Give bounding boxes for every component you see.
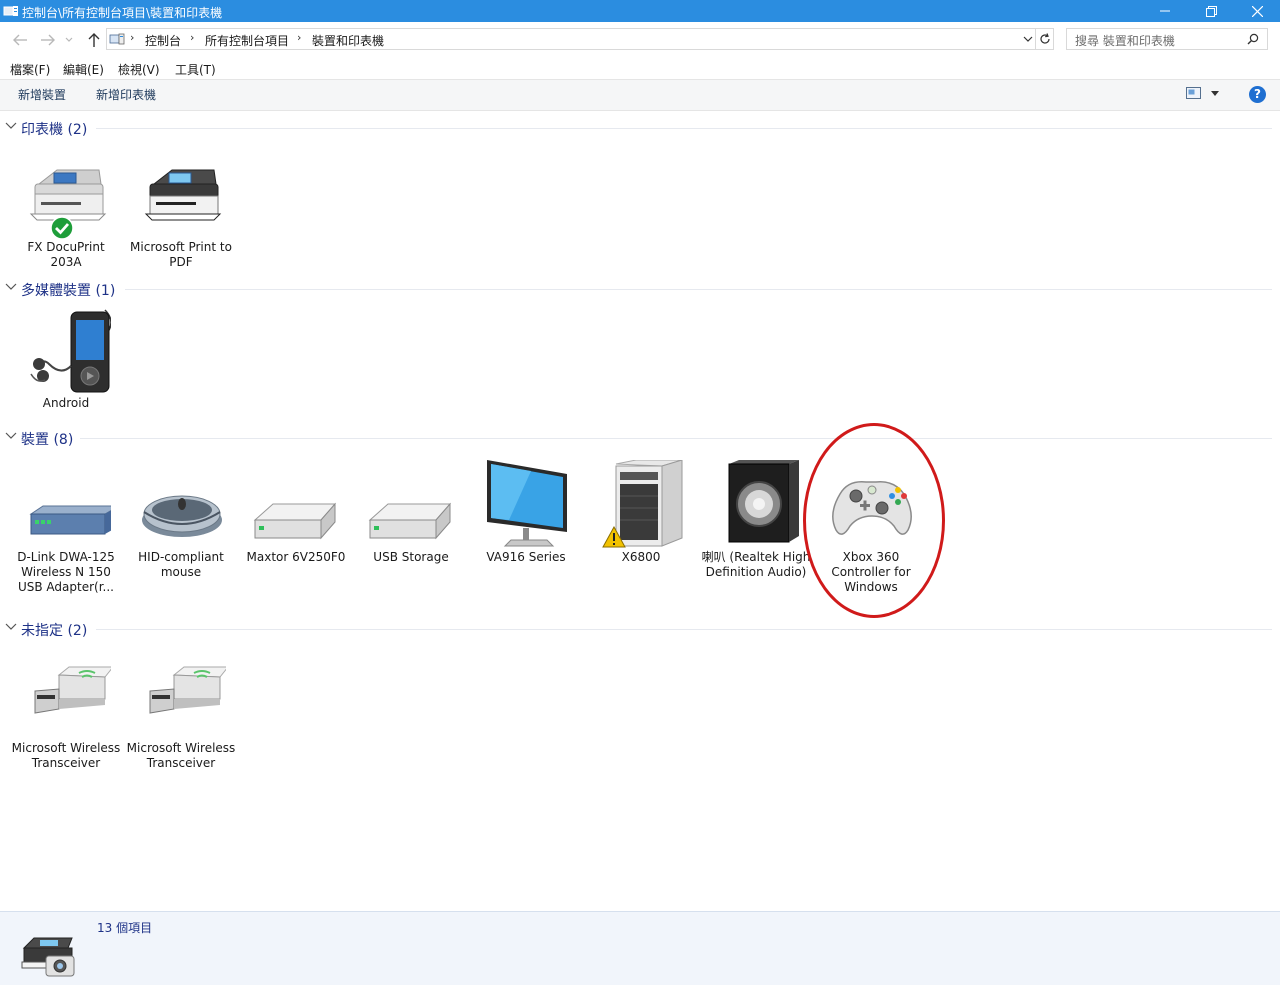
details-pane bbox=[0, 911, 1280, 985]
menu-file[interactable]: 檔案(F) bbox=[10, 61, 50, 78]
group-divider bbox=[96, 128, 1272, 129]
change-view-icon[interactable] bbox=[1186, 87, 1202, 100]
address-dropdown-icon[interactable] bbox=[1023, 36, 1033, 43]
refresh-button[interactable] bbox=[1036, 28, 1054, 50]
restore-icon bbox=[1205, 5, 1217, 17]
add-device-button[interactable]: 新增裝置 bbox=[18, 86, 66, 103]
highlight-ring bbox=[803, 423, 945, 618]
network-adapter-icon bbox=[29, 505, 121, 535]
media-player-icon bbox=[30, 309, 112, 393]
search-placeholder: 搜尋 裝置和印表機 bbox=[1075, 34, 1175, 48]
usb-transceiver-icon bbox=[149, 666, 230, 714]
back-button[interactable] bbox=[10, 30, 30, 50]
recent-locations-button[interactable] bbox=[62, 30, 76, 50]
minimize-button[interactable] bbox=[1142, 0, 1188, 22]
arrow-right-icon bbox=[41, 34, 55, 46]
device-label: Microsoft Wireless Transceiver bbox=[126, 741, 236, 770]
arrow-left-icon bbox=[13, 34, 27, 46]
mouse-icon bbox=[142, 495, 222, 537]
group-unspecified-title: 未指定 (2) bbox=[21, 623, 88, 639]
speaker-icon bbox=[728, 460, 799, 543]
breadcrumb-separator[interactable]: › bbox=[130, 31, 134, 44]
breadcrumb-devices-printers[interactable]: 裝置和印表機 bbox=[312, 32, 384, 49]
device-label: Maxtor 6V250F0 bbox=[246, 550, 346, 564]
group-unspecified-header[interactable]: 未指定 (2) bbox=[0, 619, 1272, 639]
group-multimedia-header[interactable]: 多媒體裝置 (1) bbox=[0, 279, 1272, 299]
group-devices-title: 裝置 (8) bbox=[21, 432, 74, 448]
view-options-dropdown-icon[interactable] bbox=[1211, 91, 1220, 97]
device-x6800[interactable]: X6800 bbox=[586, 459, 696, 565]
warning-icon bbox=[602, 526, 626, 548]
device-label: HID-compliant mouse bbox=[138, 550, 224, 579]
device-realtek-speakers[interactable]: 喇叭 (Realtek High Definition Audio) bbox=[701, 460, 811, 580]
control-panel-location-icon bbox=[109, 33, 125, 45]
device-label: D-Link DWA-125 Wireless N 150 USB Adapte… bbox=[17, 550, 115, 594]
device-android[interactable]: Android bbox=[11, 306, 121, 411]
arrow-up-icon bbox=[88, 33, 100, 47]
monitor-icon bbox=[487, 460, 567, 547]
group-divider bbox=[125, 289, 1272, 290]
device-hid-mouse[interactable]: HID-compliant mouse bbox=[126, 460, 236, 580]
device-label: Android bbox=[42, 396, 90, 410]
device-microsoft-print-to-pdf[interactable]: Microsoft Print to PDF bbox=[126, 150, 236, 270]
device-label: Microsoft Print to PDF bbox=[130, 240, 232, 269]
breadcrumb-separator[interactable]: › bbox=[190, 31, 194, 44]
item-count: 13 個項目 bbox=[97, 921, 153, 935]
chevron-down-icon bbox=[5, 623, 17, 630]
up-button[interactable] bbox=[84, 30, 104, 50]
restore-button[interactable] bbox=[1188, 0, 1234, 22]
chevron-down-icon bbox=[5, 122, 17, 129]
device-label: 喇叭 (Realtek High Definition Audio) bbox=[701, 550, 811, 579]
group-printers-title: 印表機 (2) bbox=[21, 122, 88, 138]
close-button[interactable] bbox=[1234, 0, 1280, 22]
device-label: X6800 bbox=[621, 550, 661, 564]
device-label: USB Storage bbox=[373, 550, 449, 564]
chevron-down-icon bbox=[5, 283, 17, 290]
add-printer-button[interactable]: 新增印表機 bbox=[96, 86, 156, 103]
usb-transceiver-icon bbox=[34, 666, 115, 714]
close-icon bbox=[1251, 5, 1263, 17]
search-icon[interactable] bbox=[1247, 33, 1259, 45]
command-bar bbox=[0, 79, 1280, 111]
group-divider bbox=[96, 629, 1272, 630]
forward-button[interactable] bbox=[38, 30, 58, 50]
device-dlink-adapter[interactable]: D-Link DWA-125 Wireless N 150 USB Adapte… bbox=[11, 460, 121, 595]
device-label: FX DocuPrint 203A bbox=[27, 240, 105, 269]
device-wireless-transceiver-1[interactable]: Microsoft Wireless Transceiver bbox=[11, 651, 121, 771]
hard-drive-icon bbox=[253, 502, 337, 540]
devices-and-printers-icon bbox=[21, 937, 75, 977]
minimize-icon bbox=[1160, 10, 1170, 12]
breadcrumb-all-items[interactable]: 所有控制台項目 bbox=[205, 32, 289, 49]
menu-view[interactable]: 檢視(V) bbox=[118, 61, 160, 78]
chevron-down-icon bbox=[65, 37, 73, 42]
menu-tools[interactable]: 工具(T) bbox=[175, 61, 216, 78]
breadcrumb-separator[interactable]: › bbox=[297, 31, 301, 44]
device-va916-monitor[interactable]: VA916 Series bbox=[471, 460, 581, 565]
group-multimedia-title: 多媒體裝置 (1) bbox=[21, 283, 116, 299]
default-check-icon bbox=[50, 216, 74, 240]
help-button[interactable]: ? bbox=[1249, 86, 1266, 103]
device-usb-storage[interactable]: USB Storage bbox=[356, 460, 466, 565]
group-divider bbox=[80, 438, 1272, 439]
breadcrumb-control-panel[interactable]: 控制台 bbox=[145, 32, 181, 49]
group-printers-header[interactable]: 印表機 (2) bbox=[0, 118, 1272, 138]
usb-drive-icon bbox=[368, 502, 452, 540]
title-bar: 控制台\所有控制台項目\裝置和印表機 bbox=[0, 0, 1280, 22]
group-devices-header[interactable]: 裝置 (8) bbox=[0, 428, 1272, 448]
printer-icon bbox=[144, 169, 222, 221]
chevron-down-icon bbox=[5, 432, 17, 439]
menu-edit[interactable]: 編輯(E) bbox=[63, 61, 104, 78]
device-wireless-transceiver-2[interactable]: Microsoft Wireless Transceiver bbox=[126, 651, 236, 771]
control-panel-icon bbox=[3, 6, 18, 16]
device-maxtor[interactable]: Maxtor 6V250F0 bbox=[241, 460, 351, 565]
device-label: VA916 Series bbox=[486, 550, 566, 564]
refresh-icon bbox=[1039, 33, 1050, 44]
window-title: 控制台\所有控制台項目\裝置和印表機 bbox=[22, 6, 223, 20]
device-fx-docuprint[interactable]: FX DocuPrint 203A bbox=[11, 150, 121, 270]
search-input[interactable]: 搜尋 裝置和印表機 bbox=[1066, 28, 1268, 50]
device-label: Microsoft Wireless Transceiver bbox=[11, 741, 121, 770]
